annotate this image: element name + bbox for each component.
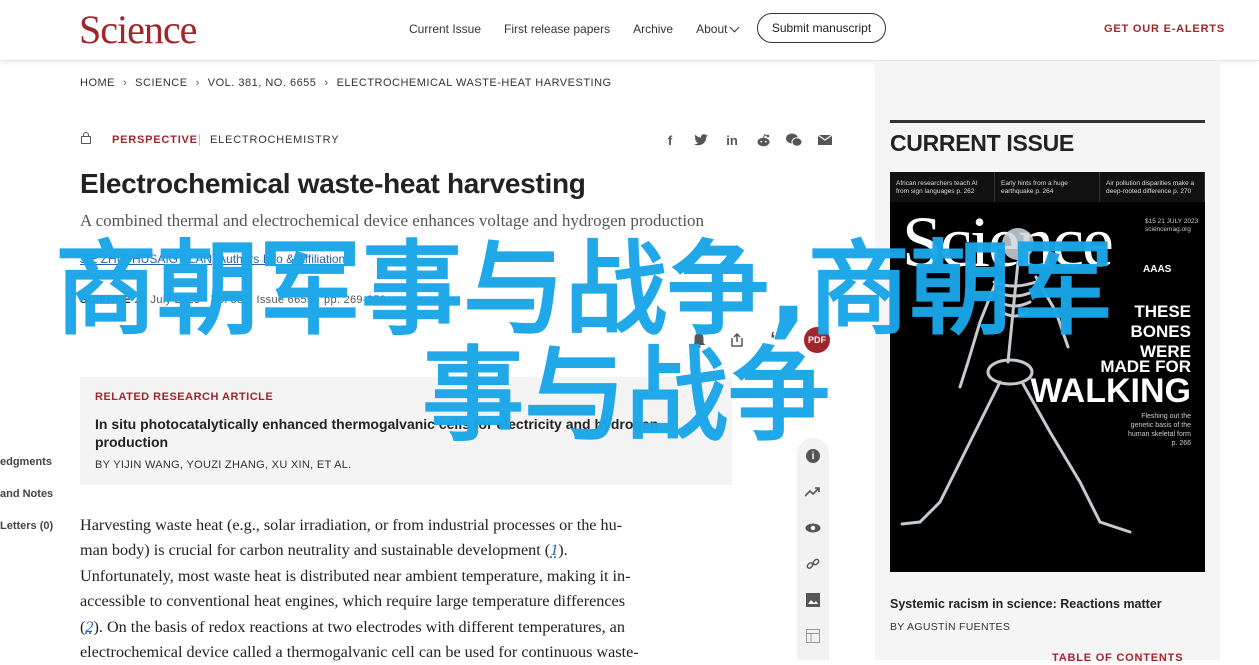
article-subject[interactable]: ELECTROCHEMISTRY (210, 134, 339, 146)
body-text: man body) is crucial for carbon neutrali… (80, 541, 551, 560)
sidebar-item-references[interactable]: and Notes (0, 488, 53, 500)
lock-icon (81, 132, 91, 144)
trending-icon[interactable] (803, 482, 823, 502)
breadcrumb-home[interactable]: HOME (80, 77, 115, 89)
breadcrumb-article: ELECTROCHEMICAL WASTE-HEAT HARVESTING (336, 77, 612, 89)
current-issue-byline: BY AGUSTÍN FUENTES (890, 621, 1011, 633)
chevron-right-icon: › (324, 77, 329, 89)
nav-first-release[interactable]: First release papers (504, 22, 610, 36)
article-authors[interactable]: JIE ZHU, HUSAIG ALAN, Authors Info & Aff… (80, 252, 351, 266)
e-alerts-link[interactable]: GET OUR E-ALERTS (1104, 23, 1225, 35)
current-issue-rule (890, 120, 1205, 123)
article-section[interactable]: PERSPECTIVE (112, 134, 198, 146)
article-subtitle: A combined thermal and electrochemical d… (80, 211, 705, 230)
eye-icon[interactable] (803, 518, 823, 538)
meta-rest: 20 July 2023 · Vol 381, Issue 6655 · pp.… (134, 294, 387, 306)
body-line: electrochemical device called a thermoga… (80, 640, 720, 665)
rail-info-item[interactable]: i (803, 446, 823, 466)
article-meta: SCIENCE 20 July 2023 · Vol 381, Issue 66… (80, 294, 386, 306)
breadcrumb-volume[interactable]: VOL. 381, NO. 6655 (208, 77, 317, 89)
body-line: (2). On the basis of redox reactions at … (80, 615, 720, 640)
related-byline: BY YIJIN WANG, YOUZI ZHANG, XU XIN, ET A… (95, 459, 352, 471)
body-text: Harvesting waste heat (e.g., solar irrad… (80, 516, 623, 534)
body-text: Unfortunately, most waste heat is distri… (80, 566, 631, 585)
breadcrumb: HOME › SCIENCE › VOL. 381, NO. 6655 › EL… (80, 77, 612, 89)
body-text: electrochemical device called a thermoga… (80, 643, 639, 662)
body-line: Unfortunately, most waste heat is distri… (80, 564, 720, 589)
site-header: Science Current Issue First release pape… (0, 0, 1259, 61)
cover-headline-line: THESE (1134, 302, 1191, 321)
sidebar-item-letters[interactable]: Letters (0) (0, 520, 53, 532)
nav-about[interactable]: About (696, 22, 740, 36)
current-issue-caption[interactable]: Systemic racism in science: Reactions ma… (890, 597, 1162, 611)
tool-rail: i (797, 438, 829, 660)
article-title: Electrochemical waste-heat harvesting (80, 168, 586, 199)
chevron-down-icon (730, 22, 740, 32)
image-icon[interactable] (803, 590, 823, 610)
linkedin-icon[interactable]: in (724, 132, 740, 148)
chevron-right-icon: › (195, 77, 200, 89)
journal-cover[interactable]: African researchers teach AI from sign l… (890, 172, 1205, 572)
article-tools: “ PDF (690, 327, 830, 353)
info-icon: i (806, 449, 820, 463)
breadcrumb-science[interactable]: SCIENCE (135, 77, 187, 89)
chevron-right-icon: › (123, 77, 128, 89)
bell-icon[interactable] (690, 331, 708, 349)
cover-headline-line: BONES (1130, 322, 1191, 341)
link-icon[interactable] (803, 554, 823, 574)
table-icon[interactable] (803, 626, 823, 646)
body-text: accessible to conventional heat engines,… (80, 592, 626, 611)
body-text: ). On the basis of redox reactions at tw… (93, 617, 625, 636)
meta-journal: SCIENCE (80, 294, 131, 306)
cite-icon[interactable]: “ (766, 329, 784, 351)
body-text: ). (558, 541, 568, 560)
article-body: Harvesting waste heat (e.g., solar irrad… (80, 513, 720, 665)
related-label: RELATED RESEARCH ARTICLE (95, 391, 274, 403)
related-title[interactable]: In situ photocatalytically enhanced ther… (95, 415, 685, 451)
facebook-icon[interactable]: f (662, 132, 678, 148)
pdf-icon[interactable]: PDF (804, 327, 830, 353)
nav-about-label: About (696, 22, 728, 36)
current-issue-heading: CURRENT ISSUE (890, 130, 1074, 156)
wechat-icon[interactable] (786, 132, 802, 148)
cover-subheadline: Fleshing out the genetic basis of the hu… (1127, 413, 1191, 447)
submit-manuscript-button[interactable]: Submit manuscript (757, 13, 886, 43)
nav-archive[interactable]: Archive (633, 22, 673, 36)
related-research-box[interactable]: RELATED RESEARCH ARTICLE In situ photoca… (80, 377, 732, 485)
divider (199, 134, 200, 146)
body-line: accessible to conventional heat engines,… (80, 589, 720, 614)
cover-headline-line: WALKING (1030, 372, 1191, 410)
share-icon[interactable] (728, 331, 746, 349)
body-line: man body) is crucial for carbon neutrali… (80, 538, 720, 563)
email-icon[interactable] (817, 132, 833, 148)
main-nav: Current Issue First release papers Archi… (409, 22, 761, 36)
science-logo[interactable]: Science (79, 8, 197, 52)
reddit-icon[interactable] (755, 132, 771, 148)
sidebar-item-acknowledgments[interactable]: edgments (0, 456, 52, 468)
body-line: Harvesting waste heat (e.g., solar irrad… (80, 513, 720, 538)
table-of-contents-link[interactable]: TABLE OF CONTENTS (1052, 652, 1183, 664)
nav-current-issue[interactable]: Current Issue (409, 22, 481, 36)
twitter-icon[interactable] (693, 132, 709, 148)
share-bar: f in (662, 132, 833, 148)
